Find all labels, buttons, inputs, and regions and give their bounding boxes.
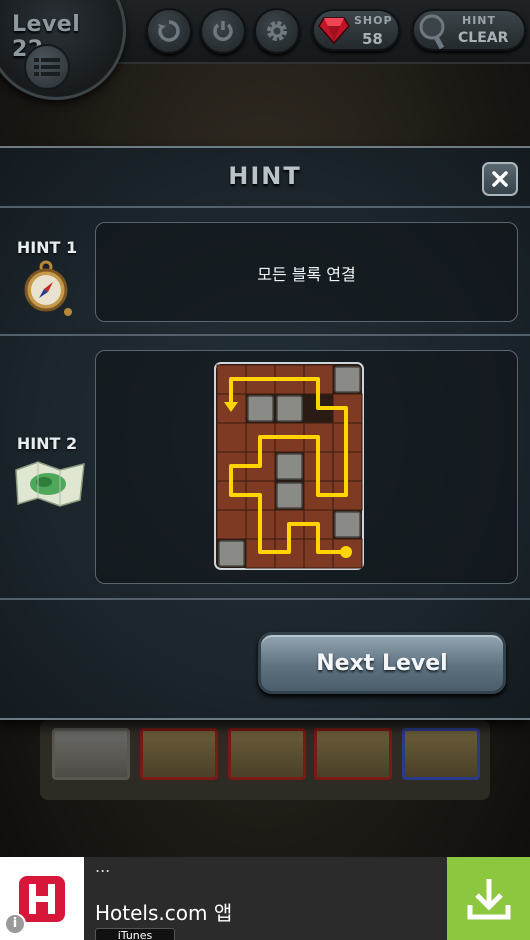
map-icon bbox=[15, 461, 85, 507]
hint1-box: 모든 블록 연결 bbox=[95, 222, 518, 322]
stone-block bbox=[247, 395, 274, 422]
menu-button[interactable] bbox=[24, 44, 70, 90]
board-tile bbox=[140, 728, 218, 780]
compass-icon bbox=[24, 260, 72, 316]
shop-button[interactable]: SHOP 58 bbox=[312, 9, 400, 51]
hint-clear-button[interactable]: HINT CLEAR bbox=[412, 9, 526, 51]
gear-icon bbox=[267, 21, 287, 41]
shop-label: SHOP bbox=[354, 14, 393, 27]
hint1-label: HINT 1 bbox=[16, 238, 78, 257]
modal-header: HINT bbox=[0, 148, 530, 208]
hint-label: HINT bbox=[462, 14, 497, 27]
stone-block bbox=[334, 366, 361, 393]
close-button[interactable] bbox=[482, 162, 518, 196]
download-icon bbox=[467, 878, 510, 919]
stone-block bbox=[276, 395, 303, 422]
ad-banner[interactable]: ... Hotels.com 앱 iTunes i bbox=[0, 857, 530, 940]
stone-block bbox=[276, 453, 303, 480]
list-icon bbox=[34, 58, 60, 76]
close-icon bbox=[492, 171, 508, 187]
info-icon[interactable]: i bbox=[4, 913, 26, 935]
board-tile bbox=[402, 728, 480, 780]
hotels-logo-icon bbox=[19, 875, 65, 922]
modal-title: HINT bbox=[228, 162, 302, 190]
stone-block bbox=[218, 540, 245, 567]
restart-button[interactable] bbox=[200, 8, 246, 54]
itunes-badge: iTunes bbox=[95, 928, 175, 940]
settings-button[interactable] bbox=[254, 8, 300, 54]
hint1-text: 모든 블록 연결 bbox=[257, 265, 356, 284]
hint-modal: HINT HINT 1 모든 블록 연결 HINT 2 Next Level bbox=[0, 146, 530, 720]
stone-block bbox=[276, 482, 303, 509]
row-divider bbox=[0, 598, 530, 600]
path-end-dot bbox=[340, 546, 352, 558]
power-icon bbox=[213, 21, 233, 41]
ad-more: ... bbox=[95, 857, 111, 876]
gem-count: 58 bbox=[362, 30, 383, 48]
undo-icon bbox=[158, 20, 180, 42]
stone-block bbox=[334, 511, 361, 538]
hint2-label: HINT 2 bbox=[16, 434, 78, 453]
game-screen: Level 22 SHOP 58 HINT CLEAR HINT HINT 1 … bbox=[0, 0, 530, 940]
hint-clear-label: CLEAR bbox=[458, 30, 509, 46]
board-tile bbox=[228, 728, 306, 780]
undo-button[interactable] bbox=[146, 8, 192, 54]
solution-board bbox=[214, 362, 364, 570]
next-level-label: Next Level bbox=[316, 650, 448, 676]
ruby-icon bbox=[318, 17, 350, 45]
row-divider bbox=[0, 334, 530, 336]
board-tile bbox=[314, 728, 392, 780]
next-level-button[interactable]: Next Level bbox=[258, 632, 506, 694]
board-tile bbox=[52, 728, 130, 780]
magnifier-icon bbox=[419, 14, 445, 50]
ad-title: Hotels.com 앱 bbox=[95, 901, 233, 925]
top-bar: Level 22 SHOP 58 HINT CLEAR bbox=[0, 0, 530, 100]
download-button[interactable] bbox=[447, 857, 530, 940]
